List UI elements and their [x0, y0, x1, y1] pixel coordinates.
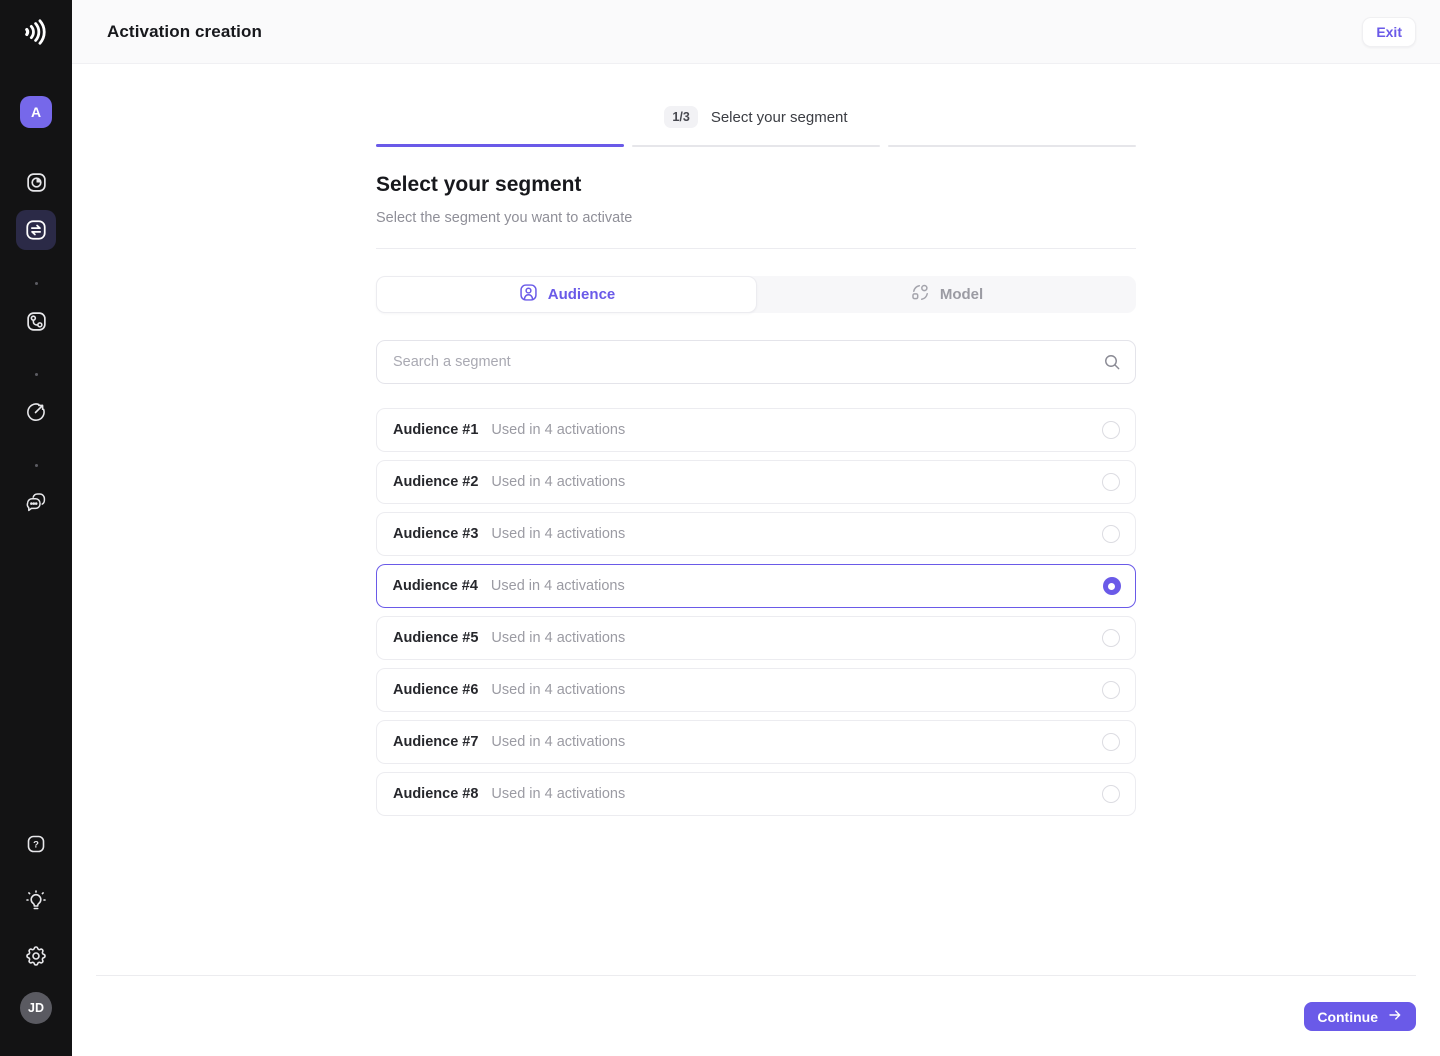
sidebar-nav: [16, 162, 56, 523]
segment-meta: Used in 4 activations: [491, 474, 626, 490]
search-input[interactable]: [376, 340, 1136, 384]
tab-model-label: Model: [939, 286, 984, 303]
progress-bar-step-3: [888, 144, 1136, 147]
tab-model[interactable]: Model: [757, 276, 1136, 313]
sidebar-item-analytics[interactable]: [16, 162, 56, 202]
segment-radio[interactable]: [1102, 629, 1120, 647]
chat-bubbles-icon: [24, 491, 48, 515]
segment-list: Audience #1 Used in 4 activations Audien…: [376, 408, 1136, 816]
footer: Continue: [96, 975, 1416, 1056]
search-icon: [1102, 352, 1122, 377]
segment-name: Audience #7: [393, 734, 479, 750]
sidebar-item-syncs[interactable]: [16, 392, 56, 432]
section-subtitle: Select the segment you want to activate: [376, 210, 633, 226]
sidebar-item-conversations[interactable]: [16, 483, 56, 523]
sidebar: A ? JD: [0, 0, 72, 1056]
segment-radio[interactable]: [1102, 577, 1121, 595]
segment-meta: Used in 4 activations: [491, 630, 626, 646]
segment-name: Audience #4: [392, 578, 478, 594]
sync-arrow-icon: [24, 400, 48, 424]
top-header: Activation creation Exit: [72, 0, 1440, 64]
nav-separator-dot: [34, 464, 38, 467]
progress-bar-step-1: [376, 144, 624, 147]
sidebar-item-flows[interactable]: [16, 301, 56, 341]
segment-radio[interactable]: [1102, 681, 1120, 699]
segment-radio[interactable]: [1102, 785, 1120, 803]
step-label: Select your segment: [710, 108, 848, 126]
segment-radio[interactable]: [1102, 421, 1120, 439]
arrow-right-icon: [1387, 1007, 1403, 1026]
segment-row[interactable]: Audience #1 Used in 4 activations: [376, 408, 1136, 452]
section-title: Select your segment: [376, 173, 582, 196]
page-title: Activation creation: [107, 21, 262, 41]
gear-icon: [24, 944, 48, 968]
settings-button[interactable]: [16, 936, 56, 976]
segment-search: [376, 340, 1136, 384]
svg-text:?: ?: [33, 840, 39, 851]
whats-new-button[interactable]: [16, 880, 56, 920]
segment-name: Audience #5: [393, 630, 479, 646]
user-avatar[interactable]: JD: [20, 992, 52, 1024]
segment-row[interactable]: Audience #7 Used in 4 activations: [376, 720, 1136, 764]
segment-row[interactable]: Audience #2 Used in 4 activations: [376, 460, 1136, 504]
exit-button[interactable]: Exit: [1362, 16, 1416, 47]
model-icon: [910, 282, 931, 307]
step-progress-bars: [376, 144, 1136, 147]
segment-meta: Used in 4 activations: [491, 734, 626, 750]
content-area: 1/3 Select your segment Select your segm…: [72, 64, 1440, 975]
step-indicator: 1/3 Select your segment: [376, 106, 1136, 128]
main-area: Activation creation Exit 1/3 Select your…: [72, 0, 1440, 1056]
continue-button[interactable]: Continue: [1304, 1002, 1416, 1031]
segment-row[interactable]: Audience #6 Used in 4 activations: [376, 668, 1136, 712]
segment-row[interactable]: Audience #8 Used in 4 activations: [376, 772, 1136, 816]
segment-row[interactable]: Audience #5 Used in 4 activations: [376, 616, 1136, 660]
tab-audience[interactable]: Audience: [376, 276, 757, 313]
segment-name: Audience #6: [393, 682, 479, 698]
segment-meta: Used in 4 activations: [491, 786, 626, 802]
segment-meta: Used in 4 activations: [491, 422, 626, 438]
nav-separator-dot: [34, 282, 38, 285]
segment-radio[interactable]: [1102, 525, 1120, 543]
help-button[interactable]: ?: [16, 824, 56, 864]
segment-name: Audience #2: [393, 474, 479, 490]
lightbulb-icon: [24, 888, 48, 912]
segment-row[interactable]: Audience #3 Used in 4 activations: [376, 512, 1136, 556]
segment-row[interactable]: Audience #4 Used in 4 activations: [376, 564, 1136, 608]
segment-name: Audience #8: [393, 786, 479, 802]
nav-separator-dot: [34, 373, 38, 376]
segment-meta: Used in 4 activations: [490, 578, 625, 594]
activation-transfer-icon: [24, 218, 48, 242]
tab-audience-label: Audience: [547, 286, 616, 303]
audience-person-icon: [518, 282, 539, 307]
segment-type-tabs: Audience Model: [376, 276, 1136, 313]
segment-radio[interactable]: [1102, 473, 1120, 491]
sidebar-bottom: ? JD: [16, 824, 56, 1024]
app-logo-soundwave-icon[interactable]: [16, 12, 56, 52]
sidebar-item-activations[interactable]: [16, 210, 56, 250]
workspace-avatar[interactable]: A: [20, 96, 52, 128]
segment-name: Audience #3: [393, 526, 479, 542]
divider: [376, 248, 1136, 249]
segment-meta: Used in 4 activations: [491, 526, 626, 542]
segment-radio[interactable]: [1102, 733, 1120, 751]
step-badge: 1/3: [664, 106, 698, 128]
help-icon: ?: [25, 833, 47, 855]
flow-graph-icon: [25, 310, 48, 333]
segment-name: Audience #1: [393, 422, 479, 438]
segment-meta: Used in 4 activations: [491, 682, 626, 698]
progress-bar-step-2: [632, 144, 880, 147]
pie-chart-square-icon: [25, 171, 48, 194]
continue-label: Continue: [1317, 1008, 1378, 1025]
